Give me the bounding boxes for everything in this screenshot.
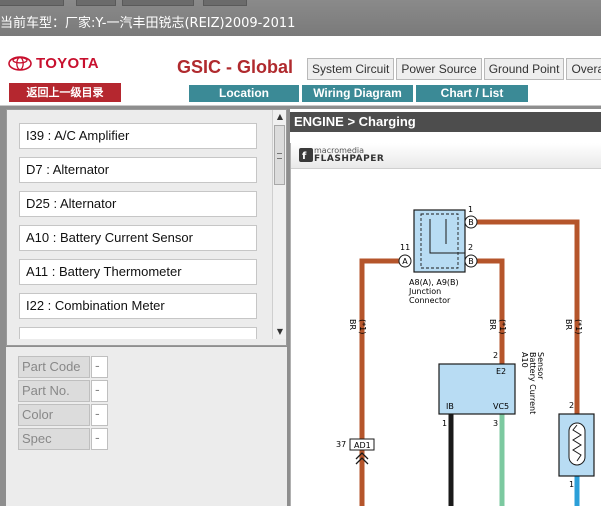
panel-splitter[interactable] — [6, 339, 287, 346]
tab-chart-list[interactable]: Chart / List — [416, 85, 528, 102]
prop-label: Part No. — [18, 380, 90, 402]
pin-a-label: A — [402, 257, 408, 266]
window-tab[interactable] — [0, 0, 64, 6]
back-button[interactable]: 返回上一级目录 — [9, 83, 121, 102]
svg-text:(*1): (*1) — [574, 319, 583, 334]
list-item[interactable]: A11 : Battery Thermometer — [19, 259, 257, 285]
junction-connector[interactable] — [413, 209, 466, 273]
tab-wiring-diagram[interactable]: Wiring Diagram — [302, 85, 413, 102]
junction-name: Connector — [409, 296, 451, 305]
window-tab[interactable] — [76, 0, 116, 6]
therm-pin-label: 2 — [569, 401, 574, 410]
sensor-ib-label: IB — [446, 402, 454, 411]
sensor-pin-label: 2 — [493, 351, 498, 360]
prop-value: - — [91, 380, 108, 402]
sensor-title: Sensor — [536, 352, 545, 380]
scroll-thumb[interactable] — [274, 125, 285, 185]
svg-text:(*1): (*1) — [498, 319, 507, 334]
tab-ground-point[interactable]: Ground Point — [483, 58, 565, 80]
tab-system-circuit[interactable]: System Circuit — [307, 58, 395, 80]
sensor-title: A10 — [520, 352, 529, 368]
sub-tab-bar: Location Wiring Diagram Chart / List — [189, 85, 531, 102]
prop-value: - — [91, 404, 108, 426]
svg-text:Battery Current: Battery Current — [528, 352, 537, 414]
tab-overall[interactable]: Overa — [566, 58, 601, 80]
tab-location[interactable]: Location — [189, 85, 299, 102]
scroll-down-icon[interactable]: ▼ — [273, 325, 286, 339]
therm-pin-label: 1 — [569, 480, 574, 489]
svg-text:(*1): (*1) — [358, 319, 367, 334]
sensor-e2-label: E2 — [496, 367, 506, 376]
sensor-title: Battery Current — [528, 352, 537, 414]
wire-label-middle: BR (*1) — [488, 319, 507, 334]
prop-label: Color — [18, 404, 90, 426]
prop-label: Spec — [18, 428, 90, 450]
junction-code: A8(A), A9(B) — [409, 278, 459, 287]
junction-name: Junction — [408, 287, 441, 296]
svg-text:BR: BR — [564, 319, 573, 330]
tab-power-source[interactable]: Power Source — [396, 58, 482, 80]
prop-value: - — [91, 428, 108, 450]
header: TOYOTA 返回上一级目录 GSIC - Global System Circ… — [0, 36, 601, 106]
list-item[interactable]: I39 : A/C Amplifier — [19, 123, 257, 149]
connector-ad1-pin: 37 — [336, 440, 346, 449]
vehicle-title: 当前车型：厂家:Y-一汽丰田锐志(REIZ)2009-2011 — [0, 16, 296, 31]
toyota-emblem-icon — [8, 55, 32, 71]
toyota-logo: TOYOTA — [8, 54, 99, 72]
prop-row-part-code: Part Code - — [18, 356, 108, 378]
window-tab[interactable] — [203, 0, 247, 6]
svg-text:BR: BR — [348, 319, 357, 330]
wiring-diagram[interactable]: A B B 11 1 2 A8(A), A9(B) Junction Conne… — [290, 109, 601, 506]
component-list: I39 : A/C Amplifier D7 : Alternator D25 … — [6, 109, 287, 340]
wire-label-left: BR (*1) — [348, 319, 367, 334]
svg-text:A10: A10 — [520, 352, 529, 368]
pin-2-label: 2 — [468, 243, 473, 252]
pin-11-label: 11 — [400, 243, 410, 252]
list-item[interactable]: A10 : Battery Current Sensor — [19, 225, 257, 251]
app-window: 当前车型：厂家:Y-一汽丰田锐志(REIZ)2009-2011 TOYOTA 返… — [0, 0, 601, 506]
prop-row-part-no: Part No. - — [18, 380, 108, 402]
thermistor-icon — [568, 422, 586, 466]
scroll-up-icon[interactable]: ▲ — [273, 110, 286, 124]
list-item[interactable]: D7 : Alternator — [19, 157, 257, 183]
wire-br-left — [359, 258, 405, 506]
connector-ad1-label: AD1 — [354, 441, 371, 450]
title-bar: 当前车型：厂家:Y-一汽丰田锐志(REIZ)2009-2011 — [0, 0, 601, 36]
pin-b-label: B — [468, 257, 474, 266]
window-tab[interactable] — [122, 0, 194, 6]
gsic-brand-title: GSIC - Global — [177, 57, 294, 77]
wire-br-middle — [476, 258, 505, 364]
logo-text: TOYOTA — [36, 54, 99, 72]
list-item[interactable]: I22 : Combination Meter — [19, 293, 257, 319]
diagram-panel: ENGINE > Charging f macromedia FLASHPAPE… — [290, 109, 601, 506]
sensor-pin-label: 3 — [493, 419, 498, 428]
sensor-pin-label: 1 — [442, 419, 447, 428]
prop-row-spec: Spec - — [18, 428, 108, 450]
sensor-vc5-label: VC5 — [493, 402, 509, 411]
part-properties: Part Code - Part No. - Color - Spec - — [6, 347, 287, 506]
prop-row-color: Color - — [18, 404, 108, 426]
prop-label: Part Code — [18, 356, 90, 378]
top-tab-bar: System Circuit Power Source Ground Point… — [307, 58, 601, 80]
wire-label-right: BR (*1) — [564, 319, 583, 334]
svg-text:BR: BR — [488, 319, 497, 330]
prop-value: - — [91, 356, 108, 378]
pin-1-label: 1 — [468, 205, 473, 214]
svg-text:Sensor: Sensor — [536, 352, 545, 380]
list-scrollbar[interactable]: ▲ ▼ — [272, 110, 286, 339]
list-item[interactable]: D25 : Alternator — [19, 191, 257, 217]
pin-b-label: B — [468, 218, 474, 227]
